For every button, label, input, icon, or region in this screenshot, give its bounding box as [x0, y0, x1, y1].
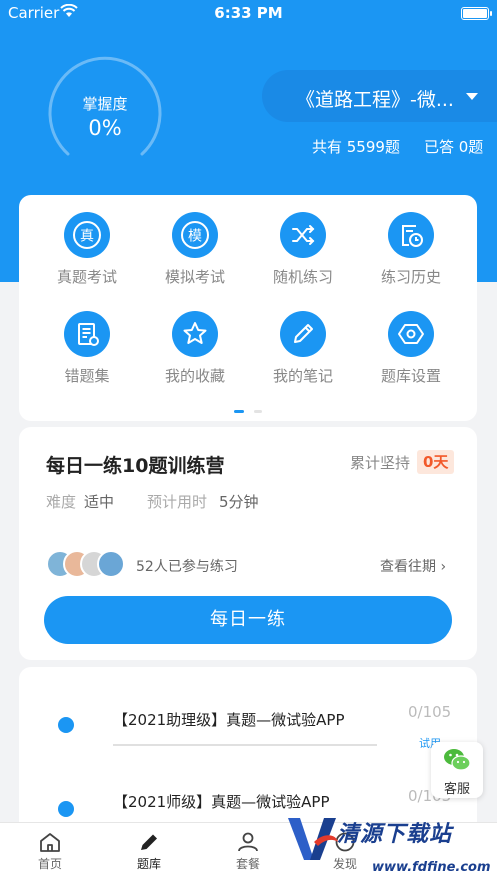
tab-label: 首页	[37, 857, 62, 871]
settings-hexagon-icon	[388, 311, 434, 357]
user-group-icon	[238, 832, 258, 852]
battery-icon	[461, 7, 492, 20]
page-dot-active	[234, 410, 244, 413]
grid-item-random-practice[interactable]: 随机练习	[248, 212, 358, 287]
mastery-value: 0%	[88, 116, 122, 140]
list-item-title[interactable]: 【2021助理级】真题—微试验APP	[113, 709, 345, 730]
watermark-logo	[288, 818, 338, 860]
shuffle-icon	[280, 212, 326, 258]
zhen-badge-icon: 真	[64, 212, 110, 258]
difficulty-value: 适中	[84, 493, 115, 511]
list-item-progress: 0/105	[408, 703, 452, 721]
grid-item-mistakes[interactable]: 错题集	[32, 311, 142, 386]
edit-icon	[141, 834, 157, 850]
error-book-icon	[64, 311, 110, 357]
view-history-label: 查看往期	[380, 559, 436, 575]
list-bullet	[58, 801, 74, 817]
grid-item-practice-history[interactable]: 练习历史	[356, 212, 466, 287]
svg-text:真: 真	[80, 229, 94, 245]
grid-item-mock-exam[interactable]: 模 模拟考试	[140, 212, 250, 287]
site-watermark: 清源下载站 www.fdfine.com	[282, 812, 497, 883]
bank-title[interactable]: 《道路工程》-微...	[296, 85, 462, 112]
answered-questions: 已答 0题	[424, 138, 484, 156]
avatar	[97, 550, 125, 578]
tab-label: 题库	[136, 857, 161, 871]
grid-item-bank-settings[interactable]: 题库设置	[356, 311, 466, 386]
status-bar: Carrier 6:33 PM	[0, 0, 497, 28]
svg-text:模: 模	[188, 229, 202, 245]
camp-title: 每日一练10题训练营	[46, 455, 225, 477]
grid-label: 我的收藏	[164, 367, 225, 385]
total-questions: 共有 5599题	[312, 138, 400, 156]
caret-down-icon[interactable]	[466, 93, 478, 100]
mastery-gauge	[48, 56, 162, 156]
list-bullet	[58, 717, 74, 733]
list-item-title[interactable]: 【2021师级】真题—微试验APP	[113, 791, 330, 812]
grid-item-favorites[interactable]: 我的收藏	[140, 311, 250, 386]
daily-practice-button[interactable]: 每日一练	[44, 596, 452, 644]
list-item-progress-bar	[113, 744, 377, 746]
participant-avatars	[46, 550, 126, 578]
chevron-right-icon: ›	[440, 559, 447, 575]
grid-label: 真题考试	[56, 268, 117, 286]
view-history-link[interactable]: 查看往期 ›	[380, 556, 446, 576]
tab-packages[interactable]: 套餐	[208, 823, 288, 872]
page-dot	[254, 410, 262, 413]
star-icon	[172, 311, 218, 357]
customer-service-label: 客服	[443, 782, 470, 797]
grid-label: 模拟考试	[164, 268, 225, 286]
grid-label: 错题集	[64, 367, 110, 385]
clock: 6:33 PM	[214, 4, 283, 22]
difficulty-label: 难度	[46, 493, 77, 511]
pencil-icon	[280, 311, 326, 357]
grid-label: 随机练习	[272, 268, 333, 286]
participant-count: 52人已参与练习	[136, 559, 238, 575]
tab-home[interactable]: 首页	[10, 823, 90, 872]
grid-item-real-exam[interactable]: 真 真题考试	[32, 212, 142, 287]
mo-badge-icon: 模	[172, 212, 218, 258]
streak-label: 累计坚持	[350, 454, 411, 472]
customer-service-button[interactable]: 客服	[431, 742, 483, 798]
watermark-url: www.fdfine.com	[372, 860, 491, 875]
grid-label: 我的笔记	[272, 367, 333, 385]
estimated-time-value: 5分钟	[219, 493, 259, 511]
estimated-time-label: 预计用时	[147, 493, 208, 511]
history-clock-icon	[388, 212, 434, 258]
watermark-title: 清源下载站	[337, 822, 453, 847]
grid-item-notes[interactable]: 我的笔记	[248, 311, 358, 386]
grid-label: 练习历史	[380, 268, 441, 286]
tab-question-bank[interactable]: 题库	[109, 823, 189, 872]
mastery-label: 掌握度	[82, 95, 128, 113]
wechat-icon	[431, 747, 483, 777]
tab-label: 套餐	[235, 857, 260, 871]
streak-badge: 0天	[417, 450, 455, 474]
home-icon	[40, 833, 60, 852]
grid-label: 题库设置	[380, 367, 441, 385]
